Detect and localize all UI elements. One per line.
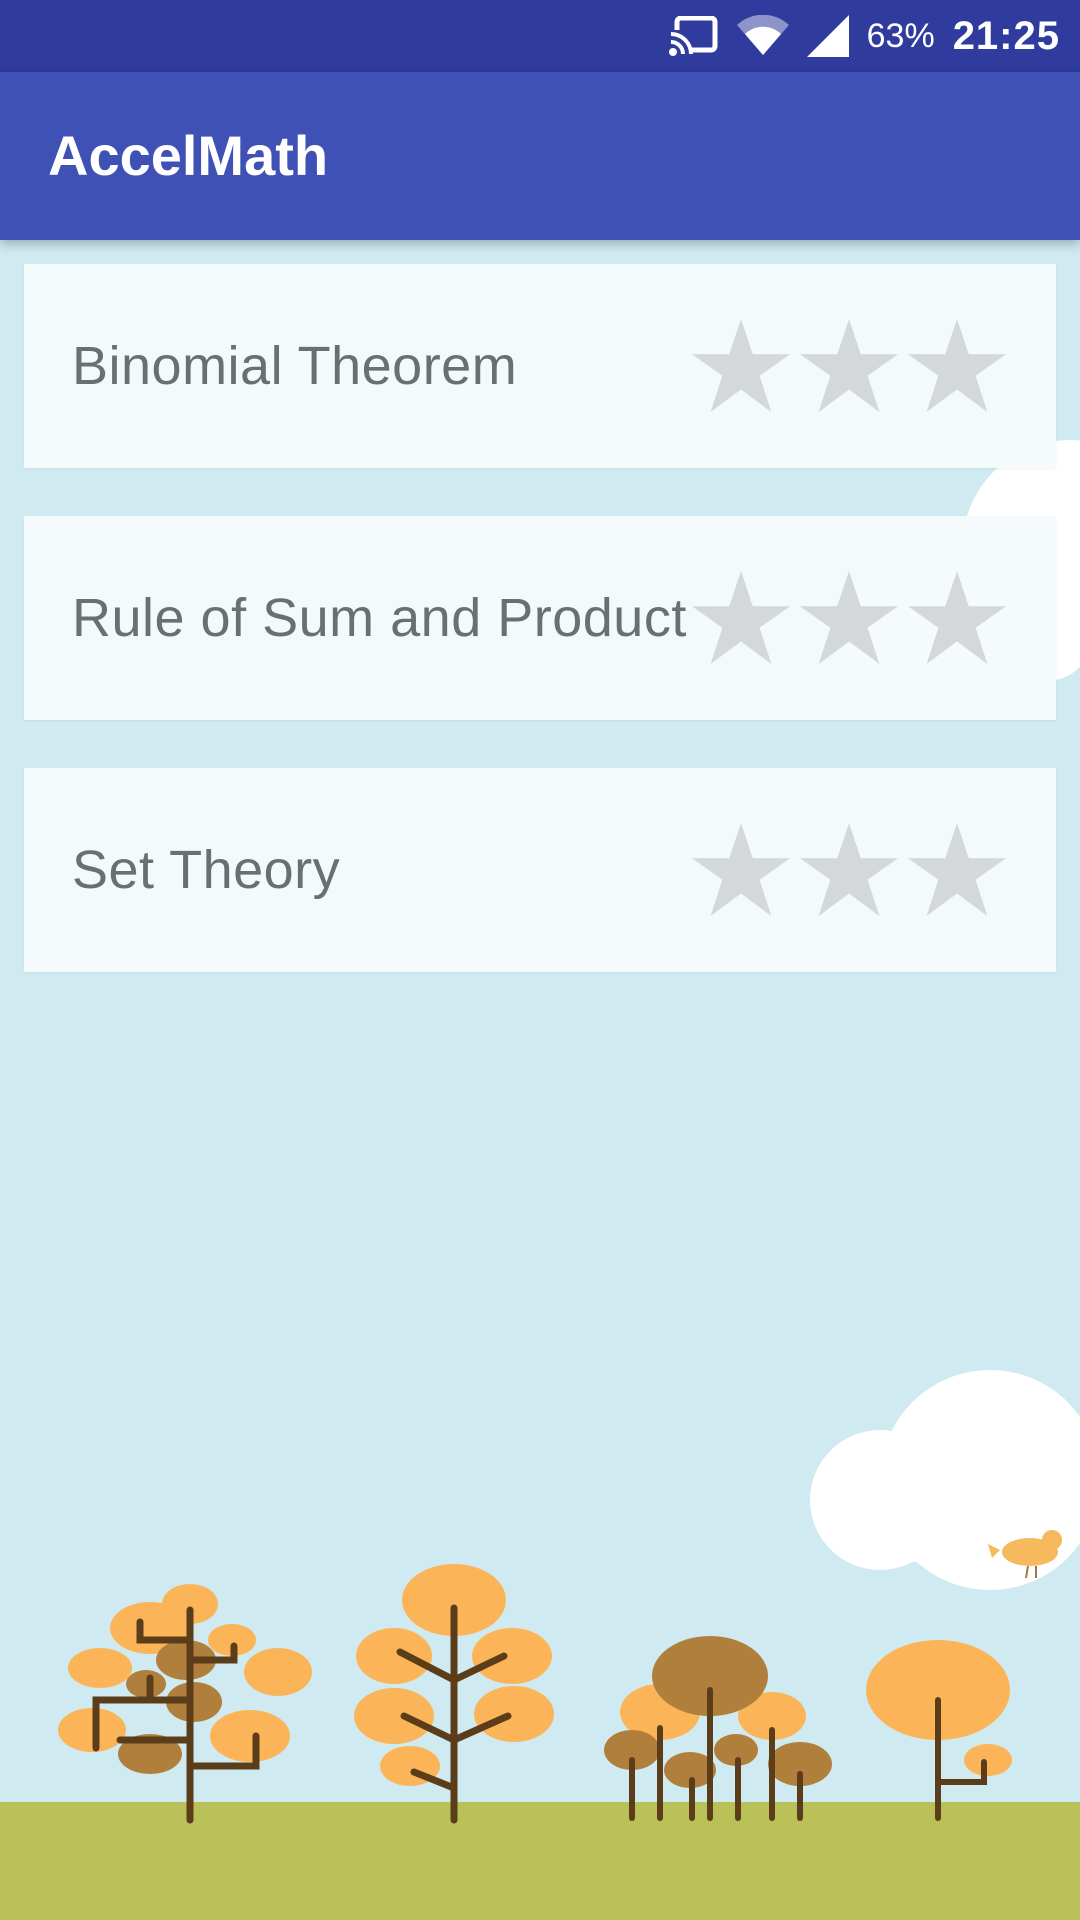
topic-title: Rule of Sum and Product bbox=[72, 588, 687, 648]
status-bar: 63% 21:25 bbox=[0, 0, 1080, 72]
topic-card-set-theory[interactable]: Set Theory bbox=[24, 768, 1056, 972]
star-icon bbox=[908, 318, 1006, 413]
topic-card-binomial-theorem[interactable]: Binomial Theorem bbox=[24, 264, 1056, 468]
tree-2 bbox=[354, 1564, 554, 1824]
star-icon bbox=[800, 318, 898, 413]
star-icon bbox=[800, 570, 898, 665]
clock: 21:25 bbox=[952, 14, 1060, 58]
star-rating bbox=[692, 318, 1006, 414]
status-icons: 63% 21:25 bbox=[668, 0, 1060, 72]
cast-icon bbox=[668, 16, 718, 56]
star-icon bbox=[800, 822, 898, 917]
battery-percent: 63% bbox=[866, 17, 935, 55]
star-icon bbox=[908, 570, 1006, 665]
tree-3 bbox=[604, 1636, 832, 1821]
topic-title: Set Theory bbox=[72, 840, 341, 900]
app-bar: AccelMath bbox=[0, 72, 1080, 240]
star-icon bbox=[692, 318, 790, 413]
topic-card-rule-of-sum-and-product[interactable]: Rule of Sum and Product bbox=[24, 516, 1056, 720]
tree-4 bbox=[866, 1640, 1012, 1821]
tree-1 bbox=[58, 1584, 312, 1824]
star-rating bbox=[692, 822, 1006, 918]
star-icon bbox=[692, 570, 790, 665]
star-icon bbox=[692, 822, 790, 917]
topic-title: Binomial Theorem bbox=[72, 336, 518, 396]
star-rating bbox=[692, 570, 1006, 666]
wifi-icon bbox=[736, 15, 789, 55]
signal-icon bbox=[806, 15, 849, 57]
app-title: AccelMath bbox=[48, 124, 329, 187]
ground bbox=[0, 1802, 1080, 1920]
topic-list: Binomial Theorem Rule of Sum and Product… bbox=[24, 264, 1056, 1020]
star-icon bbox=[908, 822, 1006, 917]
